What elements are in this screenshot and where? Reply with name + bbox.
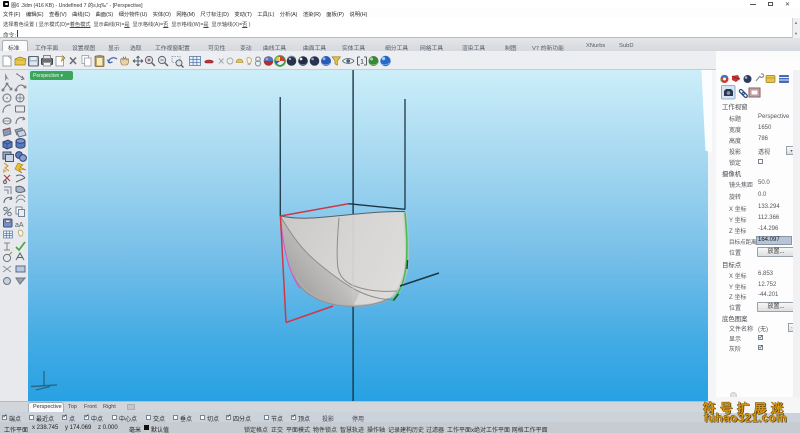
svg-text:1: 1 [360, 59, 364, 66]
svg-text:aA: aA [15, 222, 24, 229]
